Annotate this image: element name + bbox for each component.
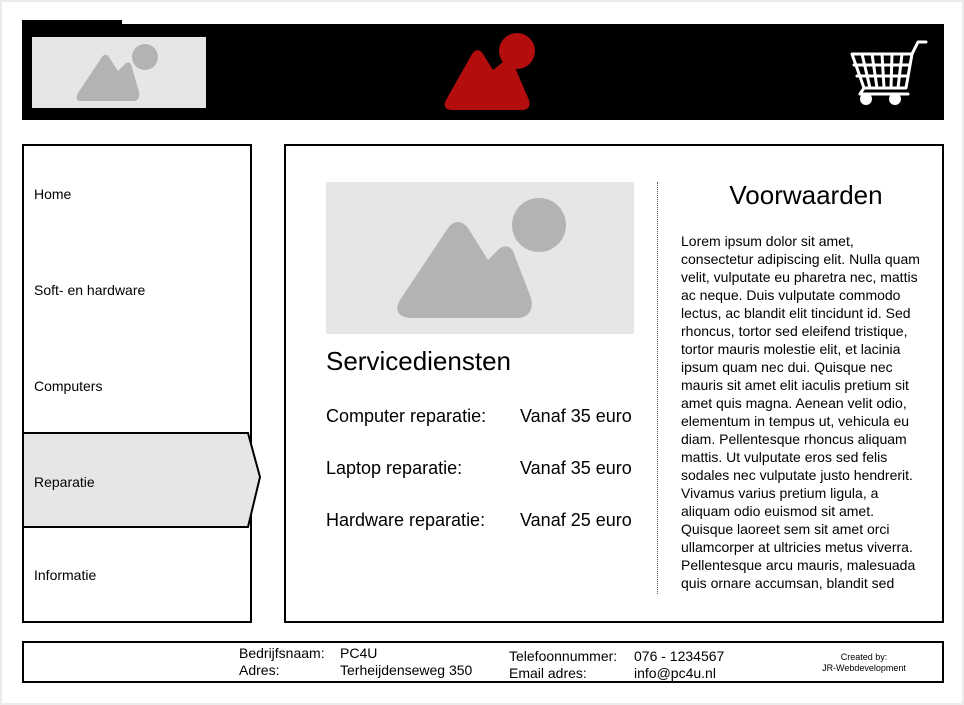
sidebar-item-computers[interactable]: Computers: [24, 338, 250, 434]
service-price: Vanaf 35 euro: [520, 406, 632, 426]
address-label: Adres:: [239, 662, 280, 678]
credit-line: Created by:: [840, 652, 888, 662]
credit: Created by: JR-Webdevelopment: [804, 652, 924, 674]
sidebar-item-home[interactable]: Home: [24, 146, 250, 242]
image-placeholder-icon: [76, 44, 158, 101]
section-title: Servicediensten: [326, 346, 511, 376]
content-image: [326, 182, 634, 334]
email-link[interactable]: info@pc4u.nl: [634, 665, 716, 681]
company-label: Bedrijfsnaam:: [239, 645, 325, 661]
header: [22, 24, 944, 120]
brand-logo[interactable]: [427, 32, 537, 112]
logo-placeholder[interactable]: [32, 37, 206, 108]
image-placeholder-icon: [397, 198, 566, 318]
phone-value: 076 - 1234567: [634, 648, 725, 664]
credit-line: JR-Webdevelopment: [822, 663, 906, 673]
column-divider: [657, 182, 658, 594]
company-value: PC4U: [340, 645, 378, 661]
service-price: Vanaf 35 euro: [520, 458, 632, 478]
sidebar-item-informatie[interactable]: Informatie: [24, 527, 250, 623]
phone-label: Telefoonnummer:: [509, 648, 618, 664]
terms-body: Lorem ipsum dolor sit amet, consectetur …: [681, 233, 920, 591]
service-label: Hardware reparatie:: [326, 510, 486, 530]
service-label: Laptop reparatie:: [326, 458, 463, 478]
main-content: Servicediensten Computer reparatie: Vana…: [284, 144, 944, 623]
brand-logo-icon: [444, 33, 535, 110]
cart-button[interactable]: [850, 38, 930, 108]
address-value: Terheijdenseweg 350: [340, 662, 473, 678]
service-price: Vanaf 25 euro: [520, 510, 632, 530]
shopping-cart-icon: [850, 40, 928, 105]
terms-title: Voorwaarden: [729, 180, 883, 210]
service-label: Computer reparatie:: [326, 406, 487, 426]
email-label: Email adres:: [509, 665, 587, 681]
sidebar-nav: Home Soft- en hardware Computers Reparat…: [22, 144, 262, 623]
sidebar-item-soft-en-hardware[interactable]: Soft- en hardware: [24, 242, 250, 338]
footer: Bedrijfsnaam: PC4U Adres: Terheijdensewe…: [22, 641, 944, 683]
